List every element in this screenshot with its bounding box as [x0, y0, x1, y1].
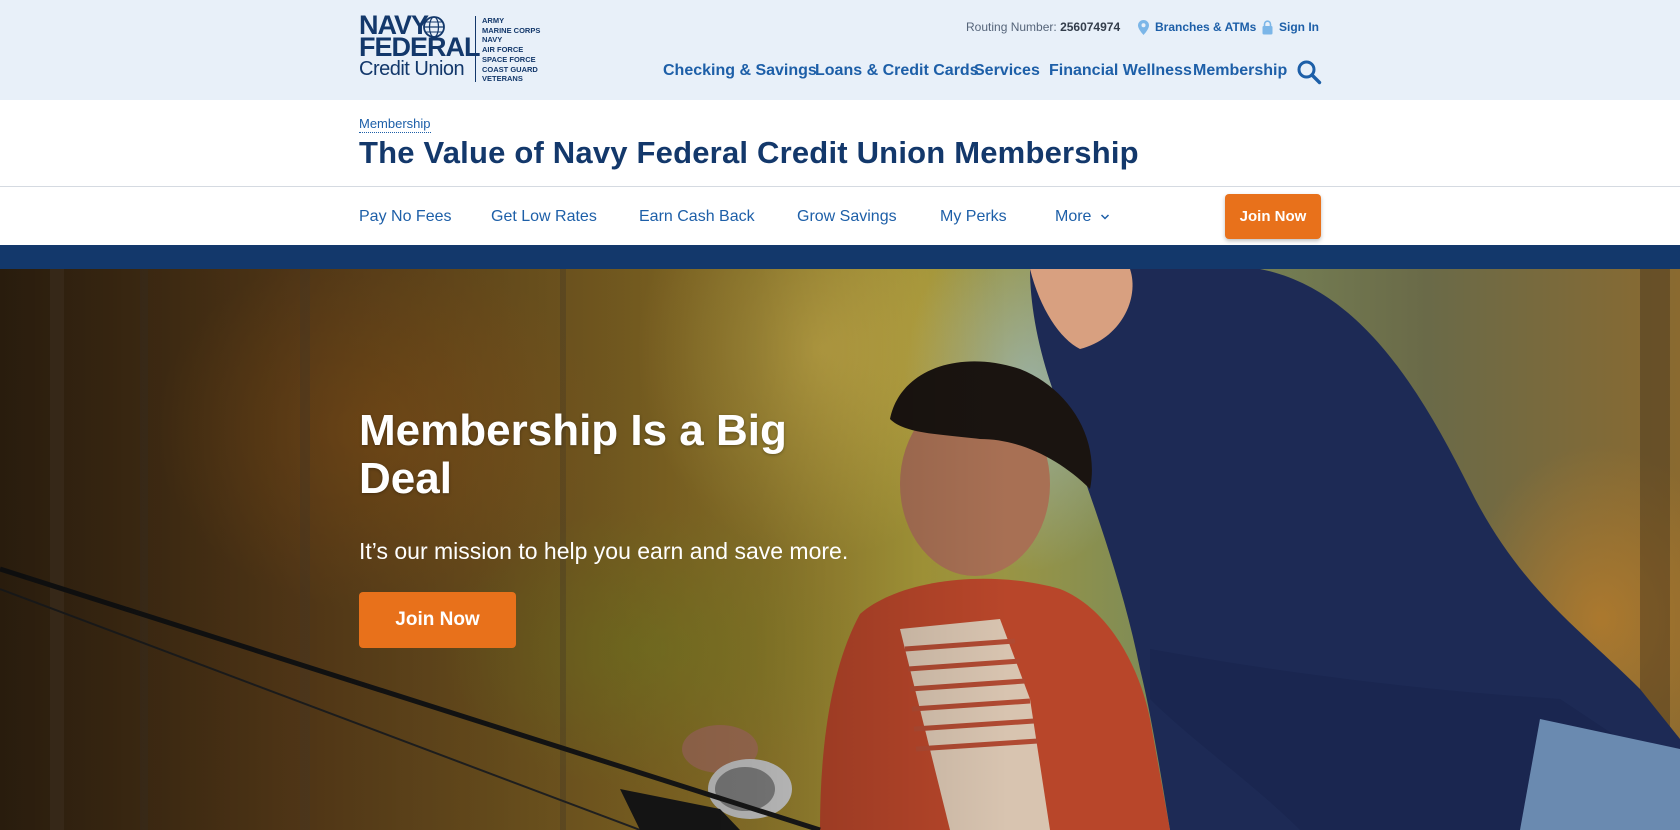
join-now-button-hero[interactable]: Join Now	[359, 592, 516, 648]
logo-branch: AIR FORCE	[482, 45, 524, 55]
nav-checking-savings[interactable]: Checking & Savings	[663, 60, 817, 82]
top-header: NAVY FEDERAL Credit Union ARMY MARINE CO…	[0, 0, 1680, 100]
routing-number: Routing Number: 256074974	[966, 19, 1120, 35]
logo-branch: ARMY	[482, 16, 505, 25]
breadcrumb-membership[interactable]: Membership	[359, 116, 431, 133]
logo-branch: MARINE CORPS	[482, 25, 541, 35]
routing-value: 256074974	[1060, 20, 1121, 34]
navy-federal-logo[interactable]: NAVY FEDERAL Credit Union ARMY MARINE CO…	[359, 10, 549, 84]
search-icon[interactable]	[1296, 59, 1322, 85]
sub-nav: Pay No Fees Get Low Rates Earn Cash Back…	[0, 188, 1680, 245]
hero-subtitle: It’s our mission to help you earn and sa…	[359, 538, 849, 564]
subnav-earn-cash-back[interactable]: Earn Cash Back	[639, 207, 755, 227]
logo-branch: NAVY	[482, 35, 503, 45]
subnav-more[interactable]: More	[1055, 207, 1110, 227]
logo-divider	[475, 16, 476, 82]
nav-membership[interactable]: Membership	[1193, 60, 1287, 82]
globe-icon	[423, 16, 445, 38]
nav-loans-credit-cards[interactable]: Loans & Credit Cards	[815, 60, 979, 82]
subnav-my-perks[interactable]: My Perks	[940, 207, 1007, 227]
logo-line-navy: NAVY	[359, 10, 429, 40]
branches-atms-label: Branches & ATMs	[1155, 20, 1257, 34]
sign-in-link[interactable]: Sign In	[1262, 19, 1319, 35]
routing-label: Routing Number:	[966, 20, 1057, 34]
blue-strip	[0, 245, 1680, 269]
nav-financial-wellness[interactable]: Financial Wellness	[1049, 60, 1192, 82]
logo-line-credit-union: Credit Union	[359, 58, 465, 80]
logo-branches-list: ARMY MARINE CORPS NAVY AIR FORCE SPACE F…	[482, 16, 540, 84]
branches-atms-link[interactable]: Branches & ATMs	[1138, 19, 1256, 35]
logo-branch: VETERANS	[482, 74, 523, 84]
hero-title: Membership Is a Big Deal	[359, 406, 787, 503]
join-now-button-subnav[interactable]: Join Now	[1225, 194, 1321, 239]
map-pin-icon	[1138, 19, 1149, 35]
subnav-pay-no-fees[interactable]: Pay No Fees	[359, 207, 451, 227]
subnav-get-low-rates[interactable]: Get Low Rates	[491, 207, 597, 227]
logo-wordmark: NAVY FEDERAL Credit Union	[359, 10, 480, 81]
subnav-grow-savings[interactable]: Grow Savings	[797, 207, 897, 227]
nav-services[interactable]: Services	[974, 60, 1040, 82]
sign-in-label: Sign In	[1279, 20, 1319, 34]
logo-branch: SPACE FORCE	[482, 54, 536, 64]
logo-branch: COAST GUARD	[482, 64, 538, 74]
hero-banner: Membership Is a Big Deal It’s our missio…	[0, 269, 1680, 830]
subnav-more-label: More	[1055, 208, 1092, 225]
lock-icon	[1262, 19, 1273, 34]
chevron-down-icon	[1100, 214, 1109, 220]
page-title: The Value of Navy Federal Credit Union M…	[359, 135, 1139, 170]
title-band: Membership The Value of Navy Federal Cre…	[0, 100, 1680, 187]
